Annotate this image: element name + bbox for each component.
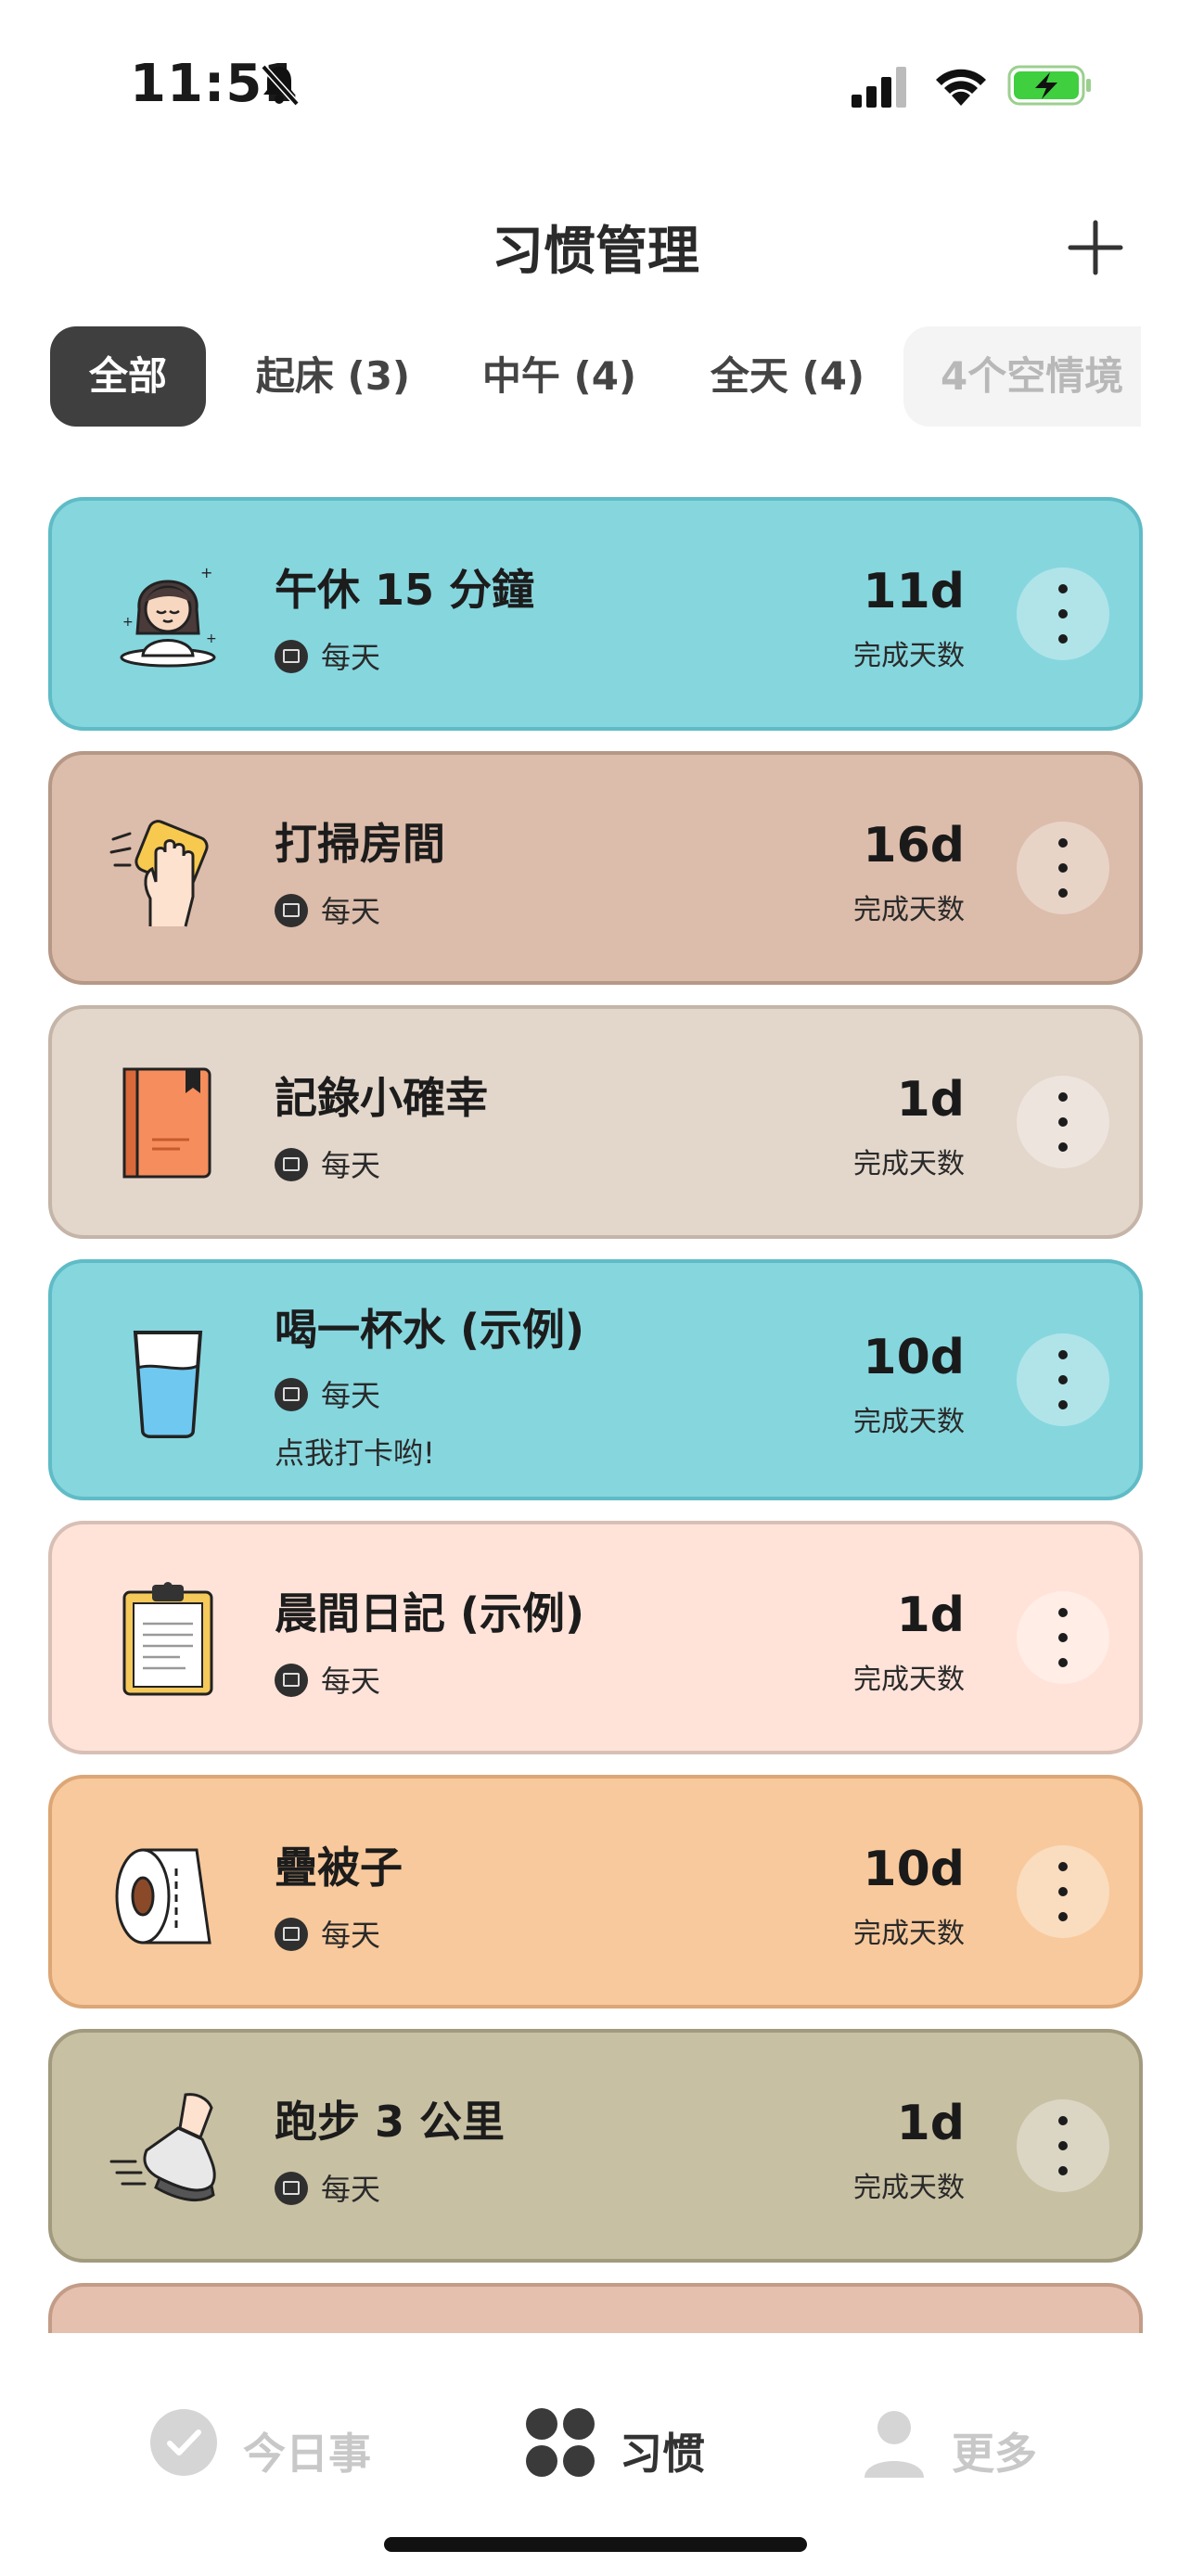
page-title: 习惯管理	[492, 222, 699, 282]
more-options-button[interactable]	[1017, 1591, 1109, 1684]
habit-list: + + + 午休 15 分鐘 每天 11d 完成天数 打掃房間 每天 16d 完…	[0, 497, 1191, 2333]
habit-frequency: 每天	[275, 634, 380, 677]
tab-empty-contexts[interactable]: 4个空情境	[903, 326, 1141, 427]
svg-text:+: +	[206, 631, 217, 646]
calendar-icon	[275, 1148, 308, 1181]
habit-frequency: 每天	[275, 1912, 380, 1955]
more-options-button[interactable]	[1017, 1333, 1109, 1426]
cleaning-hand-icon	[109, 820, 209, 927]
habit-frequency: 每天	[275, 888, 380, 931]
calendar-icon	[275, 640, 308, 673]
habit-frequency: 每天	[275, 1372, 380, 1415]
nav-today-label: 今日事	[243, 2429, 371, 2479]
svg-text:+: +	[122, 615, 134, 630]
habit-days-label: 完成天数	[853, 1664, 965, 1696]
habit-name: 午休 15 分鐘	[275, 565, 535, 615]
habit-frequency: 每天	[275, 1658, 380, 1701]
habit-card[interactable]: 打掃房間 每天 16d 完成天数	[48, 751, 1143, 985]
nav-habits-label: 习惯	[620, 2429, 705, 2479]
calendar-icon	[275, 2172, 308, 2205]
habit-name: 喝一杯水 (示例)	[275, 1305, 585, 1355]
nav-today[interactable]: 今日事	[148, 2407, 390, 2481]
more-options-button[interactable]	[1017, 1076, 1109, 1168]
water-glass-icon	[133, 1331, 203, 1438]
calendar-icon	[275, 1918, 308, 1951]
habit-days-label: 完成天数	[853, 894, 965, 926]
habit-days: 1d	[896, 2096, 965, 2151]
signal-icon	[852, 67, 906, 108]
meditating-girl-icon: + + +	[120, 564, 217, 668]
tab-noon[interactable]: 中午 (4)	[462, 326, 657, 427]
tab-all-day[interactable]: 全天 (4)	[690, 326, 885, 427]
habit-days-label: 完成天数	[853, 2172, 965, 2204]
habit-card[interactable]: 跑步 3 公里 每天 1d 完成天数	[48, 2029, 1143, 2263]
habit-days: 10d	[863, 1330, 965, 1385]
nav-more[interactable]: 更多	[859, 2407, 1063, 2481]
habit-days: 11d	[863, 564, 965, 619]
clipboard-icon	[122, 1582, 213, 1696]
habit-days: 1d	[896, 1588, 965, 1643]
svg-text:+: +	[200, 564, 212, 581]
habit-days: 10d	[863, 1842, 965, 1897]
habit-frequency: 每天	[275, 2166, 380, 2209]
running-shoe-icon	[109, 2093, 216, 2201]
habit-frequency: 每天	[275, 1142, 380, 1185]
more-options-button[interactable]	[1017, 567, 1109, 660]
habit-card[interactable]: 記錄小確幸 每天 1d 完成天数	[48, 1005, 1143, 1239]
habit-name: 跑步 3 公里	[275, 2097, 506, 2147]
tab-all[interactable]: 全部	[50, 326, 206, 427]
check-circle-icon	[150, 2409, 217, 2476]
wifi-icon	[936, 69, 986, 106]
status-bar: 11:51	[0, 0, 1191, 167]
category-tabs: 全部 起床 (3) 中午 (4) 全天 (4) 4个空情境	[50, 326, 1141, 427]
calendar-icon	[275, 1664, 308, 1697]
habit-name: 打掃房間	[275, 819, 445, 869]
calendar-icon	[275, 1378, 308, 1411]
habit-name: 晨間日記 (示例)	[275, 1588, 585, 1639]
toilet-roll-icon	[115, 1848, 211, 1945]
habit-card[interactable]: + + + 午休 15 分鐘 每天 11d 完成天数	[48, 497, 1143, 731]
habit-card[interactable]	[48, 2283, 1143, 2333]
habit-days-label: 完成天数	[853, 1918, 965, 1950]
habit-card[interactable]: 晨間日記 (示例) 每天 1d 完成天数	[48, 1521, 1143, 1754]
habit-days: 16d	[863, 818, 965, 874]
more-options-button[interactable]	[1017, 822, 1109, 914]
habit-name: 記錄小確幸	[275, 1073, 488, 1123]
four-dots-icon	[526, 2408, 595, 2477]
home-indicator	[384, 2537, 807, 2552]
habit-note: 点我打卡哟!	[275, 1435, 435, 1471]
notebook-icon	[122, 1067, 211, 1179]
habit-card[interactable]: 疊被子 每天 10d 完成天数	[48, 1775, 1143, 2009]
habit-card[interactable]: 喝一杯水 (示例) 每天 点我打卡哟! 10d 完成天数	[48, 1259, 1143, 1500]
more-options-button[interactable]	[1017, 1845, 1109, 1938]
bell-muted-icon	[261, 64, 300, 107]
habit-days: 1d	[896, 1072, 965, 1128]
battery-charging-icon	[1007, 65, 1091, 106]
habit-name: 疊被子	[275, 1843, 403, 1893]
habit-days-label: 完成天数	[853, 1406, 965, 1438]
habit-days-label: 完成天数	[853, 1148, 965, 1180]
person-icon	[864, 2411, 924, 2478]
nav-habits[interactable]: 习惯	[525, 2407, 729, 2481]
nav-more-label: 更多	[952, 2429, 1037, 2479]
tab-wake-up[interactable]: 起床 (3)	[236, 326, 430, 427]
add-habit-button[interactable]	[1063, 215, 1128, 280]
habit-days-label: 完成天数	[853, 640, 965, 672]
more-options-button[interactable]	[1017, 2099, 1109, 2192]
calendar-icon	[275, 894, 308, 927]
